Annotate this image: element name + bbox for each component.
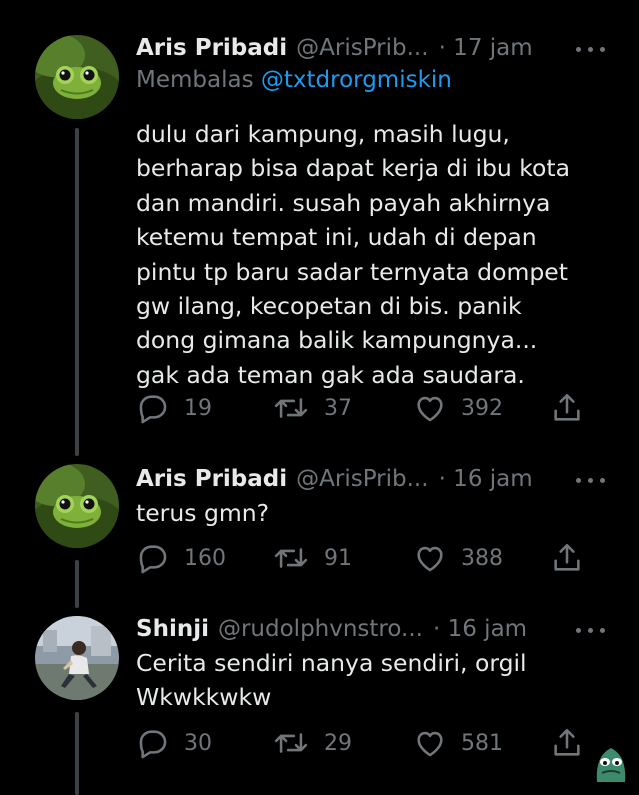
reply-button[interactable]: 160 [136,541,226,575]
like-button[interactable]: 392 [413,391,503,425]
tweet-3[interactable]: Shinji @rudolphvnstro... · 16 jam Cerita… [0,614,639,784]
retweet-icon [274,548,308,568]
retweet-icon [274,398,308,418]
reply-icon [139,730,167,759]
display-name[interactable]: Aris Pribadi [136,35,287,61]
person-avatar-image [35,616,119,700]
tweet-text-line: dan mandiri. susah payah akhirnya [136,188,551,217]
reply-button[interactable]: 19 [136,391,212,425]
reply-count: 160 [184,545,226,571]
retweet-icon [274,733,308,753]
like-button[interactable]: 581 [413,726,503,760]
replying-to: Membalas @txtdrorgmiskin [136,67,452,93]
more-icon[interactable] [576,464,606,494]
tweet-1[interactable]: Aris Pribadi @ArisPrib... · 17 jam Memba… [0,33,639,433]
display-name[interactable]: Aris Pribadi [136,466,287,492]
retweet-count: 29 [324,730,352,756]
user-handle[interactable]: @rudolphvnstro... [218,616,423,642]
tweet-text-line: Cerita sendiri nanya sendiri, orgil [136,649,527,677]
tweet-actions: 160 91 388 [136,541,596,575]
tweet-text-line: gw ilang, kecopetan di bis. panik [136,292,522,321]
tweet-text-line: dulu dari kampung, masih lugu, [136,120,510,148]
retweet-button[interactable]: 29 [272,726,352,760]
replying-label: Membalas [136,67,254,93]
sticker-icon [591,742,631,786]
tweet-text: dulu dari kampung, masih lugu, berharap … [136,117,570,392]
share-button[interactable] [550,726,584,760]
tweet-text: terus gmn? [136,496,269,530]
tweet-2[interactable]: Aris Pribadi @ArisPrib... · 16 jam terus… [0,464,639,594]
reply-count: 19 [184,395,212,421]
user-handle[interactable]: @ArisPrib... [296,35,428,61]
retweet-button[interactable]: 37 [272,391,352,425]
reply-count: 30 [184,730,212,756]
like-count: 388 [461,545,503,571]
share-icon [554,728,580,756]
retweet-count: 91 [324,545,352,571]
share-button[interactable] [550,541,584,575]
frog-avatar-image [35,464,119,548]
more-icon[interactable] [576,33,606,63]
retweet-button[interactable]: 91 [272,541,352,575]
tweet-text-line: dong gimana balik kampungnya... [136,326,538,355]
more-icon[interactable] [576,614,606,644]
like-icon [417,731,443,757]
user-handle[interactable]: @ArisPrib... [296,466,428,492]
tweet-text: Cerita sendiri nanya sendiri, orgil Wkwk… [136,646,527,715]
tweet-text-line: ketemu tempat ini, udah di depan [136,223,537,252]
avatar[interactable] [35,464,119,548]
avatar[interactable] [35,616,119,700]
like-count: 581 [461,730,503,756]
tweet-text-line: gak ada teman gak ada saudara. [136,360,525,389]
share-icon [554,543,580,571]
reply-icon [139,395,167,424]
like-icon [417,546,443,572]
avatar[interactable] [35,35,119,119]
reply-icon [139,545,167,574]
share-button[interactable] [550,391,584,425]
display-name[interactable]: Shinji [136,616,209,642]
timestamp[interactable]: · 17 jam [439,35,533,61]
like-count: 392 [461,395,503,421]
timestamp[interactable]: · 16 jam [439,466,533,492]
tweet-text-line: Wkwkkwkw [136,683,272,712]
replying-to-handle[interactable]: @txtdrorgmiskin [261,67,452,93]
tweet-actions: 30 29 581 [136,726,596,760]
reply-button[interactable]: 30 [136,726,212,760]
like-icon [417,396,443,422]
tweet-text-line: pintu tp baru sadar ternyata dompet [136,257,568,286]
tweet-text-line: berharap bisa dapat kerja di ibu kota [136,154,571,183]
share-icon [554,393,580,421]
retweet-count: 37 [324,395,352,421]
frog-avatar-image [35,35,119,119]
like-button[interactable]: 388 [413,541,503,575]
tweet-actions: 19 37 392 [136,391,596,425]
timestamp[interactable]: · 16 jam [433,616,527,642]
tweet-text-line: terus gmn? [136,499,270,527]
